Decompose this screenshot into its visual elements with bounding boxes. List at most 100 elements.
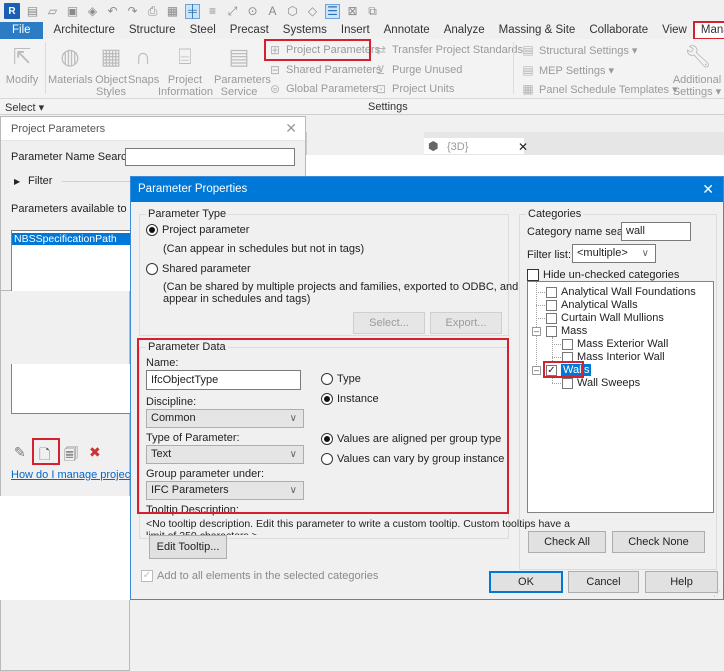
project-information-button[interactable]: ⌸ Project Information: [158, 44, 213, 98]
global-parameters-button[interactable]: ⊜ Global Parameters: [268, 82, 378, 96]
app-logo-icon[interactable]: R: [4, 3, 20, 19]
tab-architecture[interactable]: Architecture: [47, 22, 122, 39]
select-panel-dropdown[interactable]: Select ▾: [5, 101, 44, 114]
save-icon[interactable]: ▣: [65, 4, 80, 19]
tab-massing-site[interactable]: Massing & Site: [492, 22, 583, 39]
tab-file[interactable]: File: [0, 22, 43, 39]
tree-item-mass-interior-wall[interactable]: Mass Interior Wall: [562, 351, 665, 363]
category-search-input[interactable]: wall: [621, 222, 691, 241]
values-vary-radio[interactable]: Values can vary by group instance: [321, 453, 505, 466]
values-vary-label: Values can vary by group instance: [337, 453, 505, 465]
open-icon[interactable]: ▱: [45, 4, 60, 19]
modify-button[interactable]: ⇱ Modify: [3, 44, 41, 86]
project-parameter-radio[interactable]: Project parameter: [146, 224, 249, 237]
hide-unchecked-checkbox[interactable]: Hide un-checked categories: [527, 269, 679, 282]
view-tab-close-icon[interactable]: ✕: [518, 140, 528, 154]
close-icon[interactable]: ✕: [285, 120, 297, 137]
tree-item-analytical-wall-foundations[interactable]: Analytical Wall Foundations: [546, 286, 696, 298]
tab-collaborate[interactable]: Collaborate: [582, 22, 655, 39]
filter-expander[interactable]: Filter: [28, 175, 52, 187]
object-styles-button[interactable]: ▦ Object Styles: [94, 44, 128, 98]
radio-icon: [321, 393, 333, 406]
select-button[interactable]: Select...: [353, 312, 425, 334]
switch-windows-icon[interactable]: ☰: [325, 3, 340, 19]
categories-tree[interactable]: – – Analytical Wall Foundations Analytic…: [527, 281, 714, 513]
type-radio[interactable]: Type: [321, 373, 361, 386]
3d-view-icon[interactable]: ⬡: [285, 4, 300, 19]
section-icon[interactable]: ◇: [305, 4, 320, 19]
tab-precast[interactable]: Precast: [223, 22, 276, 39]
home-icon[interactable]: ▤: [25, 4, 40, 19]
add-to-all-checkbox[interactable]: ✓ Add to all elements in the selected cat…: [141, 570, 378, 583]
undo-icon[interactable]: ↶: [105, 4, 120, 19]
sync-icon[interactable]: ◈: [85, 4, 100, 19]
tab-view[interactable]: View: [655, 22, 694, 39]
check-all-button[interactable]: Check All: [528, 531, 606, 553]
panel-schedule-templates-button[interactable]: ▦ Panel Schedule Templates ▾: [521, 82, 677, 96]
project-units-button[interactable]: ⊡ Project Units: [374, 82, 454, 96]
list-item[interactable]: NBSSpecificationPath: [12, 233, 130, 245]
shared-parameters-button[interactable]: ⊟ Shared Parameters: [268, 63, 381, 77]
print-icon[interactable]: ⎙: [145, 4, 160, 19]
collapse-icon[interactable]: –: [532, 366, 541, 375]
tree-item-mass-exterior-wall[interactable]: Mass Exterior Wall: [562, 338, 668, 350]
type-of-parameter-select[interactable]: Text ∨: [146, 445, 304, 464]
discipline-select[interactable]: Common ∨: [146, 409, 304, 428]
tab-structure[interactable]: Structure: [122, 22, 183, 39]
close-inactive-icon[interactable]: ⊠: [345, 4, 360, 19]
tab-manage[interactable]: Manage: [692, 21, 724, 40]
check-none-button[interactable]: Check None: [612, 531, 705, 553]
new-parameter-icon[interactable]: 🗋︎: [39, 444, 50, 468]
ok-button[interactable]: OK: [489, 571, 563, 593]
parameter-name-search-input[interactable]: [125, 148, 295, 166]
additional-settings-button[interactable]: 🔧︎ Additional Settings ▾: [670, 44, 724, 98]
dialog-close-icon[interactable]: ✕: [702, 177, 714, 202]
name-input[interactable]: IfcObjectType: [146, 370, 301, 390]
mep-settings-button[interactable]: ▤ MEP Settings ▾: [521, 63, 614, 77]
view-tab-3d[interactable]: [424, 138, 524, 154]
measure-icon[interactable]: ≡: [205, 4, 220, 19]
materials-button[interactable]: ◍ Materials: [48, 44, 93, 86]
resize-grip-icon[interactable]: ⋰: [713, 589, 721, 598]
tree-item-curtain-wall-mullions[interactable]: Curtain Wall Mullions: [546, 312, 664, 324]
customize-icon[interactable]: ⧉: [365, 4, 380, 19]
tab-analyze[interactable]: Analyze: [437, 22, 492, 39]
transfer-project-standards-button[interactable]: ⇄ Transfer Project Standards: [374, 43, 523, 57]
shared-parameter-radio[interactable]: Shared parameter: [146, 263, 251, 276]
tree-item-mass[interactable]: Mass: [546, 325, 587, 337]
purge-unused-button[interactable]: ⊻ Purge Unused: [374, 63, 463, 77]
instance-radio[interactable]: Instance: [321, 393, 379, 406]
edit-pencil-icon[interactable]: ✎: [14, 444, 26, 461]
cancel-button[interactable]: Cancel: [568, 571, 639, 593]
export-icon[interactable]: ▦: [165, 4, 180, 19]
tree-item-walls[interactable]: ✓ Walls: [546, 364, 592, 376]
redo-icon[interactable]: ↷: [125, 4, 140, 19]
project-parameters-button[interactable]: ⊞ Project Parameters: [268, 43, 380, 57]
tab-steel[interactable]: Steel: [183, 22, 223, 39]
group-parameter-select[interactable]: IFC Parameters ∨: [146, 481, 304, 500]
dimension-icon[interactable]: ⤢: [225, 4, 240, 19]
checkbox-icon: [562, 351, 573, 363]
parameters-service-button[interactable]: ▤ Parameters Service: [214, 44, 271, 98]
tree-item-label: Analytical Walls: [561, 299, 638, 311]
expand-triangle-icon[interactable]: ▶: [14, 177, 20, 186]
help-button[interactable]: Help: [645, 571, 718, 593]
collapse-icon[interactable]: –: [532, 327, 541, 336]
values-aligned-radio[interactable]: Values are aligned per group type: [321, 433, 501, 446]
modify-parameter-icon[interactable]: 🗐︎: [64, 444, 78, 468]
thin-lines-icon[interactable]: ╪: [185, 3, 200, 19]
tab-systems[interactable]: Systems: [276, 22, 334, 39]
tree-item-analytical-walls[interactable]: Analytical Walls: [546, 299, 638, 311]
text-icon[interactable]: A: [265, 4, 280, 19]
delete-parameter-icon[interactable]: ✖: [89, 444, 101, 461]
tab-insert[interactable]: Insert: [334, 22, 377, 39]
edit-tooltip-button[interactable]: Edit Tooltip...: [149, 535, 227, 559]
tag-icon[interactable]: ⊙: [245, 4, 260, 19]
structural-settings-button[interactable]: ▤ Structural Settings ▾: [521, 43, 637, 57]
tab-annotate[interactable]: Annotate: [377, 22, 437, 39]
tooltip-description-text: <No tooltip description. Edit this param…: [146, 518, 570, 530]
export-button[interactable]: Export...: [430, 312, 502, 334]
tree-item-wall-sweeps[interactable]: Wall Sweeps: [562, 377, 640, 389]
snaps-button[interactable]: ∩ Snaps: [128, 44, 159, 86]
filter-list-select[interactable]: <multiple> ∨: [572, 244, 656, 263]
